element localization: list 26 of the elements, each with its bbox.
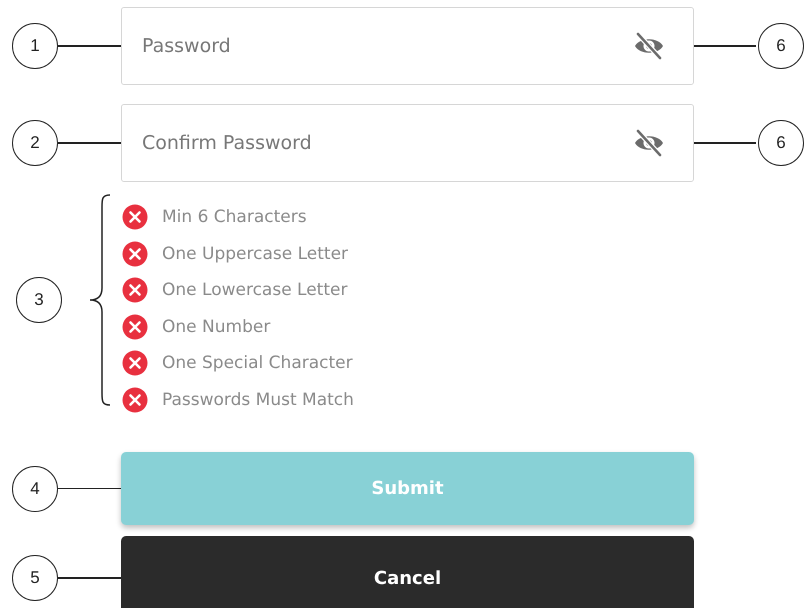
password-input[interactable]: Password xyxy=(140,34,633,58)
password-field[interactable]: Password xyxy=(121,7,694,85)
callout-number: 4 xyxy=(12,466,58,512)
leader-line xyxy=(58,488,121,490)
callout-number: 2 xyxy=(12,120,58,166)
cancel-button[interactable]: Cancel xyxy=(121,536,694,608)
leader-line xyxy=(694,45,756,47)
requirement-label: Min 6 Characters xyxy=(162,207,307,228)
leader-line xyxy=(58,142,121,144)
eye-slash-icon[interactable] xyxy=(633,32,665,60)
callout-number: 1 xyxy=(12,23,58,69)
password-input[interactable]: Confirm Password xyxy=(140,131,633,155)
callout-number: 6 xyxy=(758,23,804,69)
callout-number: 5 xyxy=(12,555,58,601)
leader-line xyxy=(58,45,121,47)
requirement-label: Passwords Must Match xyxy=(162,390,354,410)
password-field[interactable]: Confirm Password xyxy=(121,104,694,182)
callout-number: 6 xyxy=(758,120,804,166)
requirement-label: One Special Character xyxy=(162,353,353,374)
leader-line xyxy=(694,142,756,144)
requirement-label: One Lowercase Letter xyxy=(162,280,348,300)
leader-line xyxy=(58,577,121,579)
callout-number: 3 xyxy=(16,277,62,323)
requirement-label: One Number xyxy=(162,316,270,337)
requirement-label: One Uppercase Letter xyxy=(162,244,348,264)
eye-slash-icon[interactable] xyxy=(633,129,665,157)
